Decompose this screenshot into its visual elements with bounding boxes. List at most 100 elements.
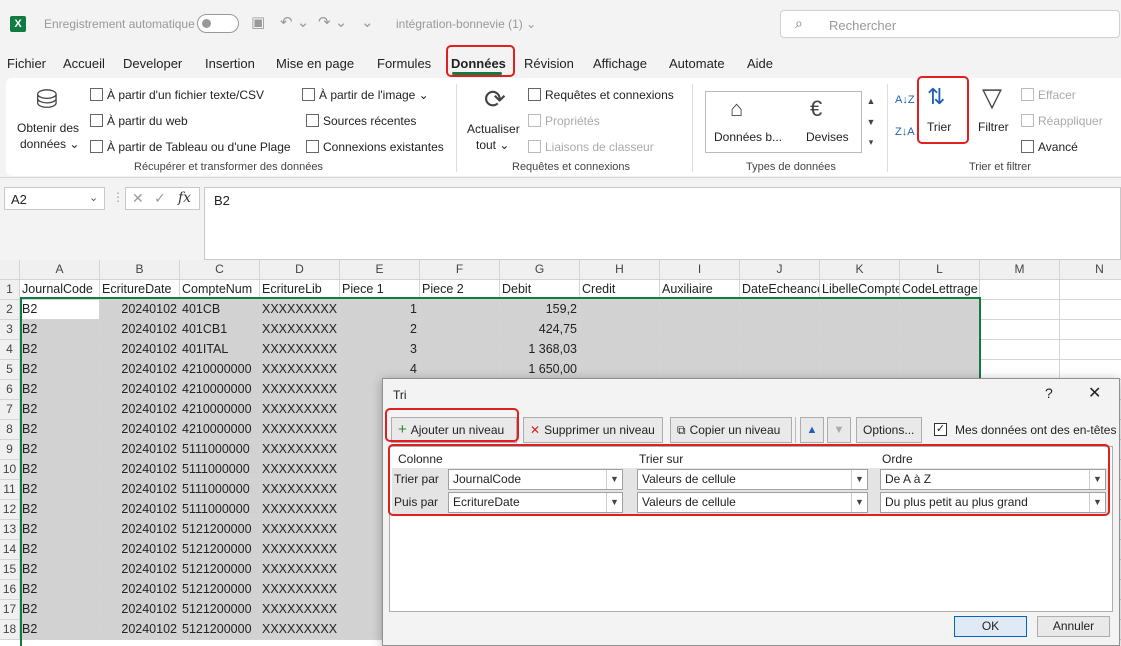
- data-cell[interactable]: 401CB1: [180, 320, 260, 340]
- queries-connections-button[interactable]: Requêtes et connexions: [528, 88, 674, 102]
- data-cell[interactable]: 401CB: [180, 300, 260, 320]
- menu-revision[interactable]: Révision: [524, 56, 574, 71]
- insert-function-icon[interactable]: fx: [178, 190, 191, 206]
- data-cell[interactable]: [900, 360, 980, 380]
- data-cell[interactable]: 5121200000: [180, 540, 260, 560]
- row-header[interactable]: 3: [0, 320, 20, 340]
- confirm-icon[interactable]: ✓: [154, 190, 166, 207]
- column-header-b[interactable]: B: [100, 260, 180, 280]
- data-cell[interactable]: [580, 360, 660, 380]
- header-cell[interactable]: Credit: [580, 280, 660, 300]
- data-cell[interactable]: 20240102: [100, 600, 180, 620]
- advanced-filter-button[interactable]: Avancé: [1021, 140, 1078, 154]
- row-header[interactable]: 18: [0, 620, 20, 640]
- gallery-down-icon[interactable]: ▼: [861, 112, 880, 133]
- formula-input[interactable]: B2: [204, 187, 1121, 260]
- filter-button[interactable]: Filtrer: [978, 120, 1009, 134]
- column-header-k[interactable]: K: [820, 260, 900, 280]
- data-cell[interactable]: B2: [20, 600, 100, 620]
- row-header[interactable]: 8: [0, 420, 20, 440]
- data-cell[interactable]: XXXXXXXXX: [260, 400, 340, 420]
- data-cell[interactable]: [660, 360, 740, 380]
- data-cell[interactable]: [740, 300, 820, 320]
- headers-checkbox[interactable]: ✓: [934, 423, 947, 436]
- empty-cell[interactable]: [980, 320, 1060, 340]
- data-cell[interactable]: XXXXXXXXX: [260, 520, 340, 540]
- menu-aide[interactable]: Aide: [747, 56, 773, 71]
- data-cell[interactable]: [580, 300, 660, 320]
- name-box[interactable]: A2 ⌄: [4, 187, 105, 210]
- data-cell[interactable]: XXXXXXXXX: [260, 340, 340, 360]
- data-cell[interactable]: [580, 340, 660, 360]
- data-cell[interactable]: B2: [20, 320, 100, 340]
- data-cell[interactable]: XXXXXXXXX: [260, 600, 340, 620]
- menu-mise-en-page[interactable]: Mise en page: [276, 56, 354, 71]
- then-by-sorton-select[interactable]: Valeurs de cellule ▼: [637, 492, 868, 513]
- data-cell[interactable]: [420, 340, 500, 360]
- empty-cell[interactable]: [980, 340, 1060, 360]
- data-cell[interactable]: B2: [20, 620, 100, 640]
- existing-connections-button[interactable]: Connexions existantes: [306, 140, 444, 154]
- data-cell[interactable]: B2: [20, 300, 100, 320]
- close-icon[interactable]: ✕: [1088, 383, 1101, 403]
- data-cell[interactable]: 20240102: [100, 380, 180, 400]
- empty-cell[interactable]: [1060, 280, 1121, 300]
- data-cell[interactable]: B2: [20, 540, 100, 560]
- column-header-l[interactable]: L: [900, 260, 980, 280]
- data-cell[interactable]: B2: [20, 500, 100, 520]
- from-web-button[interactable]: À partir du web: [90, 114, 188, 128]
- data-cell[interactable]: B2: [20, 340, 100, 360]
- header-cell[interactable]: LibelleCompte: [820, 280, 900, 300]
- search-box[interactable]: ⌕ Rechercher: [780, 10, 1120, 38]
- column-header-g[interactable]: G: [500, 260, 580, 280]
- menu-formules[interactable]: Formules: [377, 56, 431, 71]
- data-cell[interactable]: [660, 320, 740, 340]
- empty-cell[interactable]: [1060, 340, 1121, 360]
- data-cell[interactable]: B2: [20, 440, 100, 460]
- sort-by-sorton-select[interactable]: Valeurs de cellule ▼: [637, 469, 868, 490]
- data-cell[interactable]: 159,2: [500, 300, 580, 320]
- header-cell[interactable]: DateEcheance: [740, 280, 820, 300]
- data-cell[interactable]: 4210000000: [180, 400, 260, 420]
- refresh-all-button-line2[interactable]: tout ⌄: [476, 138, 509, 152]
- row-header[interactable]: 16: [0, 580, 20, 600]
- data-cell[interactable]: 1 368,03: [500, 340, 580, 360]
- row-header[interactable]: 1: [0, 280, 20, 300]
- data-cell[interactable]: XXXXXXXXX: [260, 360, 340, 380]
- copy-level-button[interactable]: ⧉ Copier un niveau: [670, 417, 792, 443]
- data-cell[interactable]: [740, 320, 820, 340]
- data-cell[interactable]: B2: [20, 380, 100, 400]
- data-cell[interactable]: 20240102: [100, 440, 180, 460]
- column-header-i[interactable]: I: [660, 260, 740, 280]
- options-button[interactable]: Options...: [856, 417, 922, 443]
- refresh-all-button[interactable]: Actualiser: [467, 122, 520, 136]
- header-cell[interactable]: CodeLettrage: [900, 280, 980, 300]
- row-header[interactable]: 17: [0, 600, 20, 620]
- currencies-button[interactable]: Devises: [806, 130, 849, 144]
- cancel-icon[interactable]: ✕: [132, 190, 144, 207]
- data-cell[interactable]: 401ITAL: [180, 340, 260, 360]
- data-cell[interactable]: 2: [340, 320, 420, 340]
- data-cell[interactable]: 3: [340, 340, 420, 360]
- move-down-icon[interactable]: ▼: [827, 417, 851, 443]
- row-header[interactable]: 5: [0, 360, 20, 380]
- data-cell[interactable]: B2: [20, 420, 100, 440]
- data-cell[interactable]: [900, 340, 980, 360]
- data-cell[interactable]: B2: [20, 480, 100, 500]
- redo-icon[interactable]: ↷ ⌄: [318, 13, 347, 31]
- data-cell[interactable]: [420, 360, 500, 380]
- data-cell[interactable]: [900, 300, 980, 320]
- data-cell[interactable]: 5121200000: [180, 620, 260, 640]
- data-cell[interactable]: 20240102: [100, 360, 180, 380]
- then-by-order-select[interactable]: Du plus petit au plus grand ▼: [880, 492, 1106, 513]
- data-cell[interactable]: 1: [340, 300, 420, 320]
- data-cell[interactable]: [900, 320, 980, 340]
- data-cell[interactable]: XXXXXXXXX: [260, 540, 340, 560]
- data-cell[interactable]: [820, 300, 900, 320]
- then-by-column-select[interactable]: EcritureDate ▼: [448, 492, 623, 513]
- autosave-toggle[interactable]: [197, 14, 239, 33]
- data-cell[interactable]: 20240102: [100, 340, 180, 360]
- data-cell[interactable]: XXXXXXXXX: [260, 620, 340, 640]
- row-header[interactable]: 11: [0, 480, 20, 500]
- header-cell[interactable]: Piece 1: [340, 280, 420, 300]
